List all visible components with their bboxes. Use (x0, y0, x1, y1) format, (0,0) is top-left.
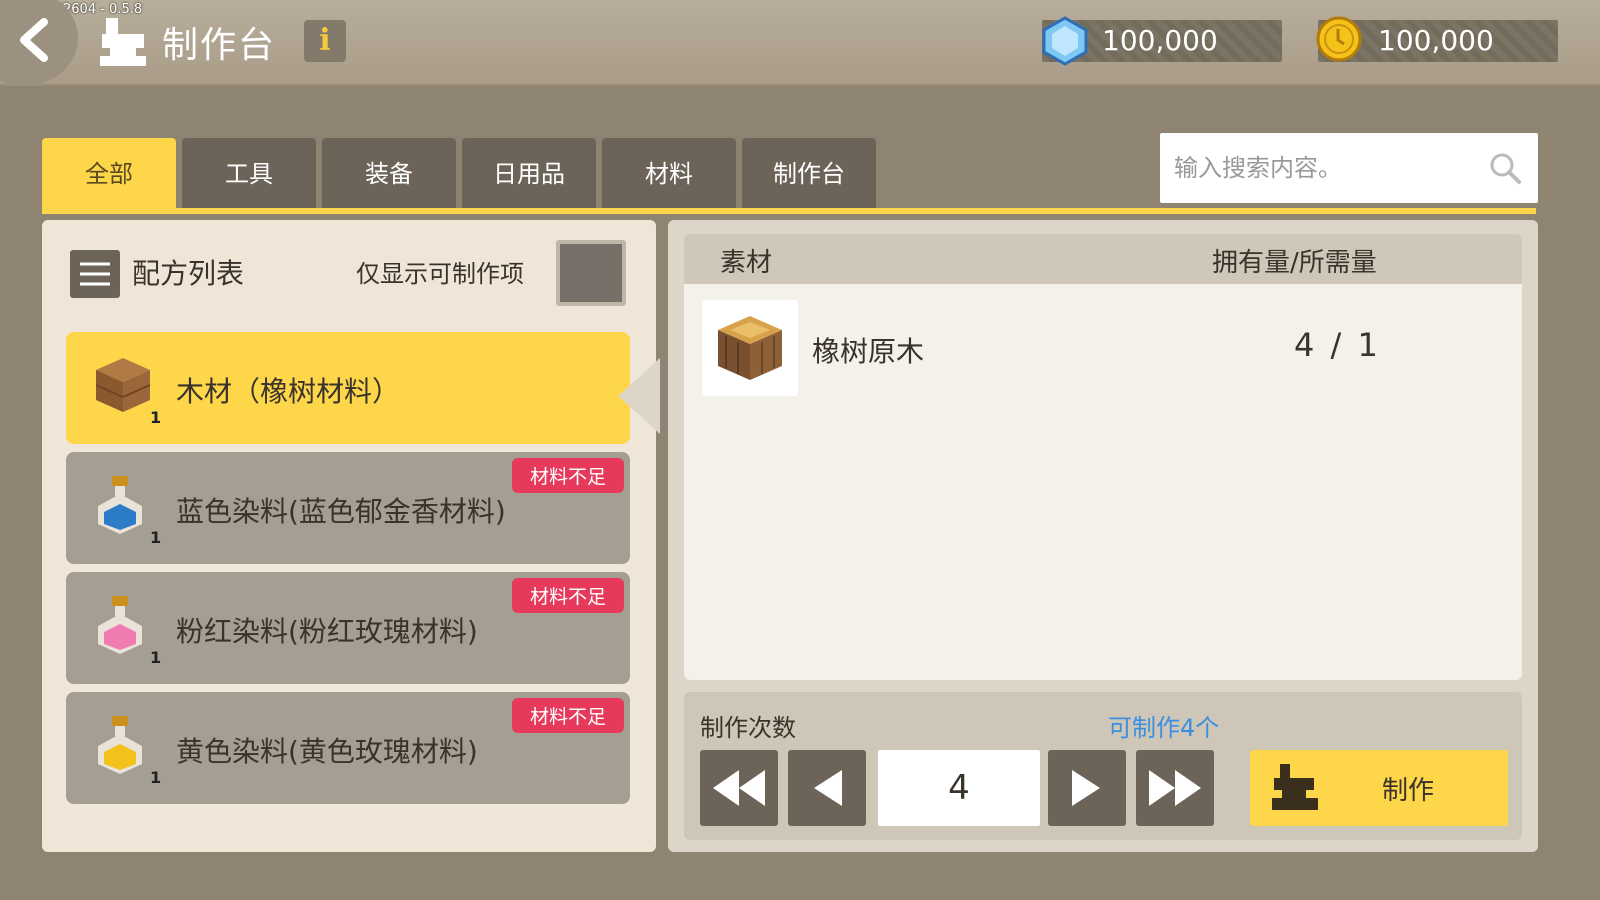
gem-amount: 100,000 (1102, 24, 1218, 57)
materials-header: 素材 拥有量/所需量 (684, 234, 1522, 284)
recipe-list-title: 配方列表 (132, 257, 245, 290)
tab-equipment[interactable]: 装备 (322, 138, 456, 210)
recipe-item[interactable]: 1 黄色染料(黄色玫瑰材料) 材料不足 (66, 692, 630, 804)
tab-materials[interactable]: 材料 (602, 138, 736, 210)
left-arrow-icon (814, 770, 842, 806)
search-input[interactable] (1174, 133, 1474, 203)
right-arrow-icon (1072, 770, 1100, 806)
recipe-yield: 1 (150, 648, 162, 667)
list-icon (70, 250, 120, 298)
craft-button-label: 制作 (1382, 776, 1435, 806)
yellow-potion-icon (98, 716, 142, 774)
filter-label: 仅显示可制作项 (356, 260, 524, 288)
info-button[interactable]: i (304, 20, 346, 62)
max-button[interactable] (1136, 750, 1214, 826)
top-bar: 310-3 - 32604 - 0.5.8 制作台 i 100,000 100,… (0, 0, 1600, 86)
anvil-icon (1272, 764, 1318, 810)
material-quantity: 4 / 1 (1294, 326, 1381, 364)
increment-button[interactable] (1048, 750, 1126, 826)
material-row: 橡树原木 4 / 1 (702, 300, 1502, 396)
material-slot (702, 300, 798, 396)
search-box (1160, 133, 1538, 203)
recipe-item[interactable]: 1 粉红染料(粉红玫瑰材料) 材料不足 (66, 572, 630, 684)
insufficient-badge: 材料不足 (511, 458, 624, 493)
recipe-item[interactable]: 1 木材（橡树材料） (66, 332, 630, 444)
material-name: 橡树原木 (812, 335, 925, 368)
recipe-name: 粉红染料(粉红玫瑰材料) (176, 615, 478, 648)
pink-potion-icon (98, 596, 142, 654)
recipe-name: 蓝色染料(蓝色郁金香材料) (176, 495, 506, 528)
recipe-name: 黄色染料(黄色玫瑰材料) (176, 735, 478, 768)
double-right-icon (1149, 770, 1201, 806)
page-title: 制作台 (162, 25, 277, 66)
wood-plank-icon (95, 358, 151, 412)
materials-table: 素材 拥有量/所需量 橡树原木 4 / 1 (684, 234, 1522, 680)
insufficient-badge: 材料不足 (511, 698, 624, 733)
recipe-name: 木材（橡树材料） (176, 375, 401, 408)
anvil-icon (100, 18, 146, 66)
coin-amount: 100,000 (1378, 24, 1494, 57)
search-icon[interactable] (1488, 151, 1522, 185)
oak-log-icon (718, 316, 782, 380)
diamond-icon (1042, 16, 1088, 66)
gem-balance: 100,000 (1042, 16, 1282, 66)
blue-potion-icon (98, 476, 142, 534)
tab-tools[interactable]: 工具 (182, 138, 316, 210)
insufficient-badge: 材料不足 (511, 578, 624, 613)
tab-workbench[interactable]: 制作台 (742, 138, 876, 210)
recipe-yield: 1 (150, 768, 162, 787)
recipe-yield: 1 (150, 408, 162, 427)
detail-panel: 素材 拥有量/所需量 橡树原木 4 / 1 制作次数 可制作4个 4 制作 (668, 220, 1538, 852)
craft-button[interactable]: 制作 (1250, 750, 1508, 826)
decrement-button[interactable] (788, 750, 866, 826)
column-material: 素材 (720, 248, 773, 278)
back-button[interactable] (0, 0, 78, 86)
recipe-yield: 1 (150, 528, 162, 547)
double-left-icon (713, 770, 765, 806)
coin-icon (1316, 16, 1362, 62)
tab-underline (42, 208, 1536, 214)
chevron-left-icon (20, 18, 48, 62)
coin-balance: 100,000 (1316, 16, 1558, 62)
recipe-item[interactable]: 1 蓝色染料(蓝色郁金香材料) 材料不足 (66, 452, 630, 564)
recipe-panel: 配方列表 仅显示可制作项 1 木材（橡树材料） 1 蓝色染料(蓝色郁金香材料) … (42, 220, 656, 852)
craft-controls: 制作次数 可制作4个 4 制作 (684, 692, 1522, 840)
craftable-only-checkbox[interactable] (556, 240, 626, 306)
column-quantity: 拥有量/所需量 (1212, 248, 1377, 278)
min-button[interactable] (700, 750, 778, 826)
craft-count-label: 制作次数 (700, 714, 796, 742)
selection-pointer (618, 358, 660, 434)
tab-daily-goods[interactable]: 日用品 (462, 138, 596, 210)
quantity-input[interactable]: 4 (878, 750, 1040, 826)
tab-all[interactable]: 全部 (42, 138, 176, 210)
craftable-count: 可制作4个 (1108, 714, 1220, 742)
